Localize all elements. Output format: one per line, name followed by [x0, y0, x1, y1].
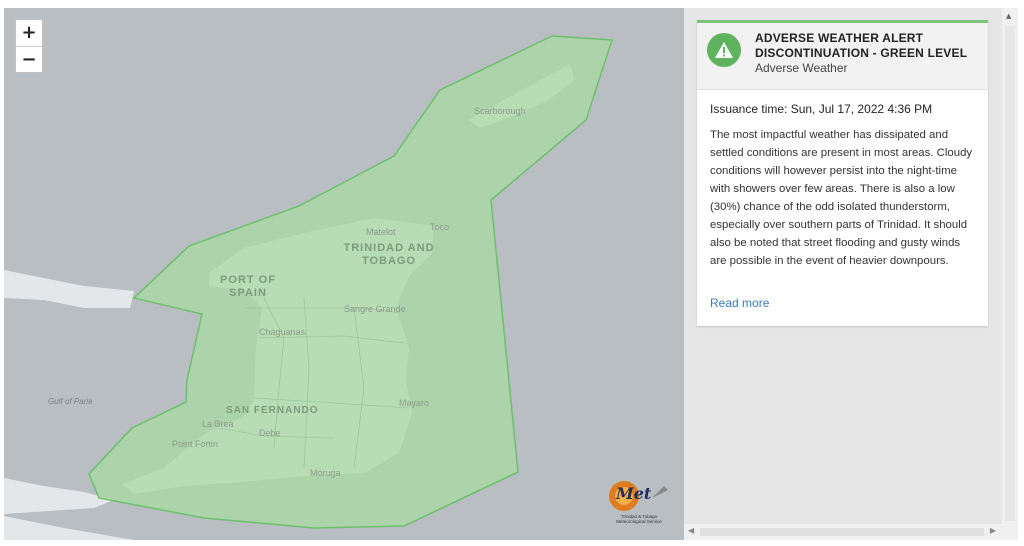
- alert-card-header: ADVERSE WEATHER ALERT DISCONTINUATION - …: [697, 23, 988, 90]
- alert-area-polygon: [88, 35, 614, 529]
- horizontal-scrollbar[interactable]: ◀ ▶: [684, 524, 1002, 540]
- map-label-country: TRINIDAD AND TOBAGO: [334, 242, 444, 268]
- map-label-debe: Debe: [259, 428, 281, 438]
- map-label-point-fortin: Point Fortin: [172, 439, 219, 449]
- scroll-left-arrow-icon[interactable]: ◀: [688, 526, 694, 535]
- alert-side-panel: ADVERSE WEATHER ALERT DISCONTINUATION - …: [684, 8, 1002, 540]
- met-logo-text: Met: [616, 484, 652, 503]
- app-frame: + − Scarborough Matelot Toco TRINIDAD AN…: [0, 0, 1024, 546]
- map-label-sangre-grande: Sangre Grande: [344, 304, 406, 314]
- venezuela-land: [4, 270, 134, 308]
- map-label-toco: Toco: [430, 222, 450, 232]
- alert-category: Adverse Weather: [755, 61, 848, 75]
- map-label-chaguanas: Chaguanas: [259, 327, 306, 337]
- vertical-scrollbar[interactable]: ▲: [1002, 8, 1018, 540]
- map-label-san-fernando: SAN FERNANDO: [226, 405, 319, 416]
- zoom-out-button[interactable]: −: [16, 46, 42, 72]
- alert-level-badge: [707, 33, 741, 67]
- zoom-in-button[interactable]: +: [16, 20, 42, 46]
- map-canvas: [4, 35, 614, 540]
- map-label-scarborough: Scarborough: [474, 106, 526, 116]
- map-label-gulf-of-paria: Gulf of Paria: [48, 397, 93, 406]
- map-label-moruga: Moruga: [310, 468, 341, 478]
- map-label-port-of-spain: PORT OF SPAIN: [214, 274, 282, 300]
- country-label-line2: TOBAGO: [361, 255, 417, 267]
- map-label-la-brea: La Brea: [202, 419, 234, 429]
- port-of-spain-line2: SPAIN: [229, 287, 267, 299]
- scroll-up-arrow-icon[interactable]: ▲: [1006, 12, 1011, 20]
- country-label-line1: TRINIDAD AND: [343, 242, 435, 254]
- map-label-mayaro: Mayaro: [399, 398, 430, 408]
- met-logo-subtitle: Trinidad & Tobago Meteorological Service: [616, 514, 662, 524]
- alert-description: The most impactful weather has dissipate…: [710, 129, 973, 267]
- vertical-scroll-thumb[interactable]: [1005, 26, 1015, 521]
- warning-triangle-icon: [715, 42, 733, 58]
- scroll-right-arrow-icon[interactable]: ▶: [990, 526, 996, 535]
- horizontal-scroll-thumb[interactable]: [700, 528, 984, 536]
- port-of-spain-line1: PORT OF: [220, 274, 276, 286]
- weather-map[interactable]: + − Scarborough Matelot Toco TRINIDAD AN…: [4, 8, 684, 540]
- read-more-link[interactable]: Read more: [710, 296, 769, 310]
- alert-card-body: Issuance time: Sun, Jul 17, 2022 4:36 PM…: [697, 90, 988, 326]
- alert-title: ADVERSE WEATHER ALERT DISCONTINUATION - …: [755, 31, 968, 60]
- zoom-control: + −: [14, 18, 44, 74]
- map-label-matelot: Matelot: [366, 227, 396, 237]
- alert-card: ADVERSE WEATHER ALERT DISCONTINUATION - …: [697, 20, 988, 326]
- alert-issuance-time: Issuance time: Sun, Jul 17, 2022 4:36 PM: [710, 102, 933, 116]
